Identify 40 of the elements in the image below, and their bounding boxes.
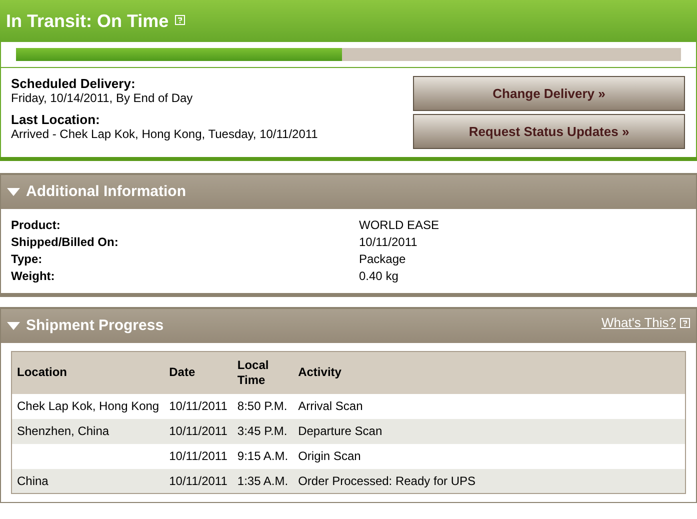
collapse-icon[interactable] <box>7 321 20 331</box>
field-value: Package <box>359 251 407 268</box>
field-value: 0.40 kg <box>359 268 400 285</box>
section-title: Shipment Progress <box>26 316 164 336</box>
section-title: Additional Information <box>26 182 186 202</box>
table-cell: 3:45 P.M. <box>237 424 288 438</box>
field-value: 10/11/2011 <box>359 234 418 251</box>
table-cell: 9:15 A.M. <box>237 449 288 463</box>
field-label: Type: <box>11 251 44 268</box>
field-label: Shipped/Billed On: <box>11 234 120 251</box>
table-cell: 10/11/2011 <box>169 449 228 463</box>
column-header: Date <box>164 352 232 394</box>
field-value: Arrived - Chek Lap Kok, Hong Kong, Tuesday, 10/11/2011 <box>11 127 318 142</box>
field-label: Product: <box>11 217 62 234</box>
field-label: Last Location: <box>11 112 101 127</box>
field-label: Weight: <box>11 268 56 285</box>
help-icon[interactable] <box>174 14 185 25</box>
status-title: In Transit: On Time <box>6 10 169 32</box>
action-button[interactable]: Request Status Updates » <box>413 114 685 149</box>
column-header: Activity <box>293 352 686 394</box>
collapse-icon[interactable] <box>7 187 20 197</box>
field-value: Friday, 10/14/2011, By End of Day <box>11 91 194 106</box>
table-cell: Arrival Scan <box>298 399 363 413</box>
table-cell: Shenzhen, China <box>17 424 110 438</box>
table-cell: 1:35 A.M. <box>237 474 288 488</box>
table-cell: 8:50 P.M. <box>237 399 288 413</box>
table-cell: Origin Scan <box>298 449 361 463</box>
table-cell: 10/11/2011 <box>169 399 228 413</box>
column-header: Local Time <box>232 352 294 394</box>
field-value: WORLD EASE <box>359 217 440 234</box>
table-cell: Chek Lap Kok, Hong Kong <box>17 399 160 413</box>
help-icon[interactable] <box>680 318 690 328</box>
field-label: Scheduled Delivery: <box>11 76 136 91</box>
table-cell: 10/11/2011 <box>169 474 228 488</box>
table-cell: Order Processed: Ready for UPS <box>298 474 476 488</box>
table-cell: Departure Scan <box>298 424 382 438</box>
table-cell: 10/11/2011 <box>169 424 228 438</box>
action-button[interactable]: Change Delivery » <box>413 76 685 111</box>
column-header: Location <box>12 352 164 394</box>
table-cell: China <box>17 474 48 488</box>
